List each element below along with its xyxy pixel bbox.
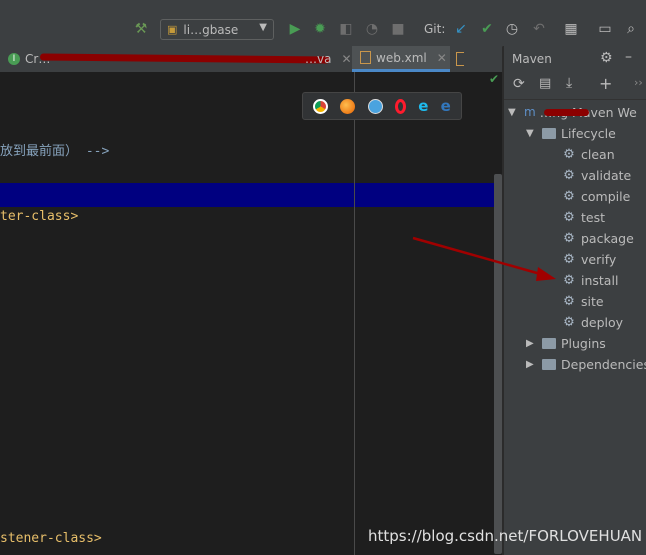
arrow-shaft [412,236,545,277]
watermark: https://blog.csdn.net/FORLOVEHUAN [368,527,643,545]
annotation-arrow [412,236,556,281]
arrow-head [536,267,556,281]
